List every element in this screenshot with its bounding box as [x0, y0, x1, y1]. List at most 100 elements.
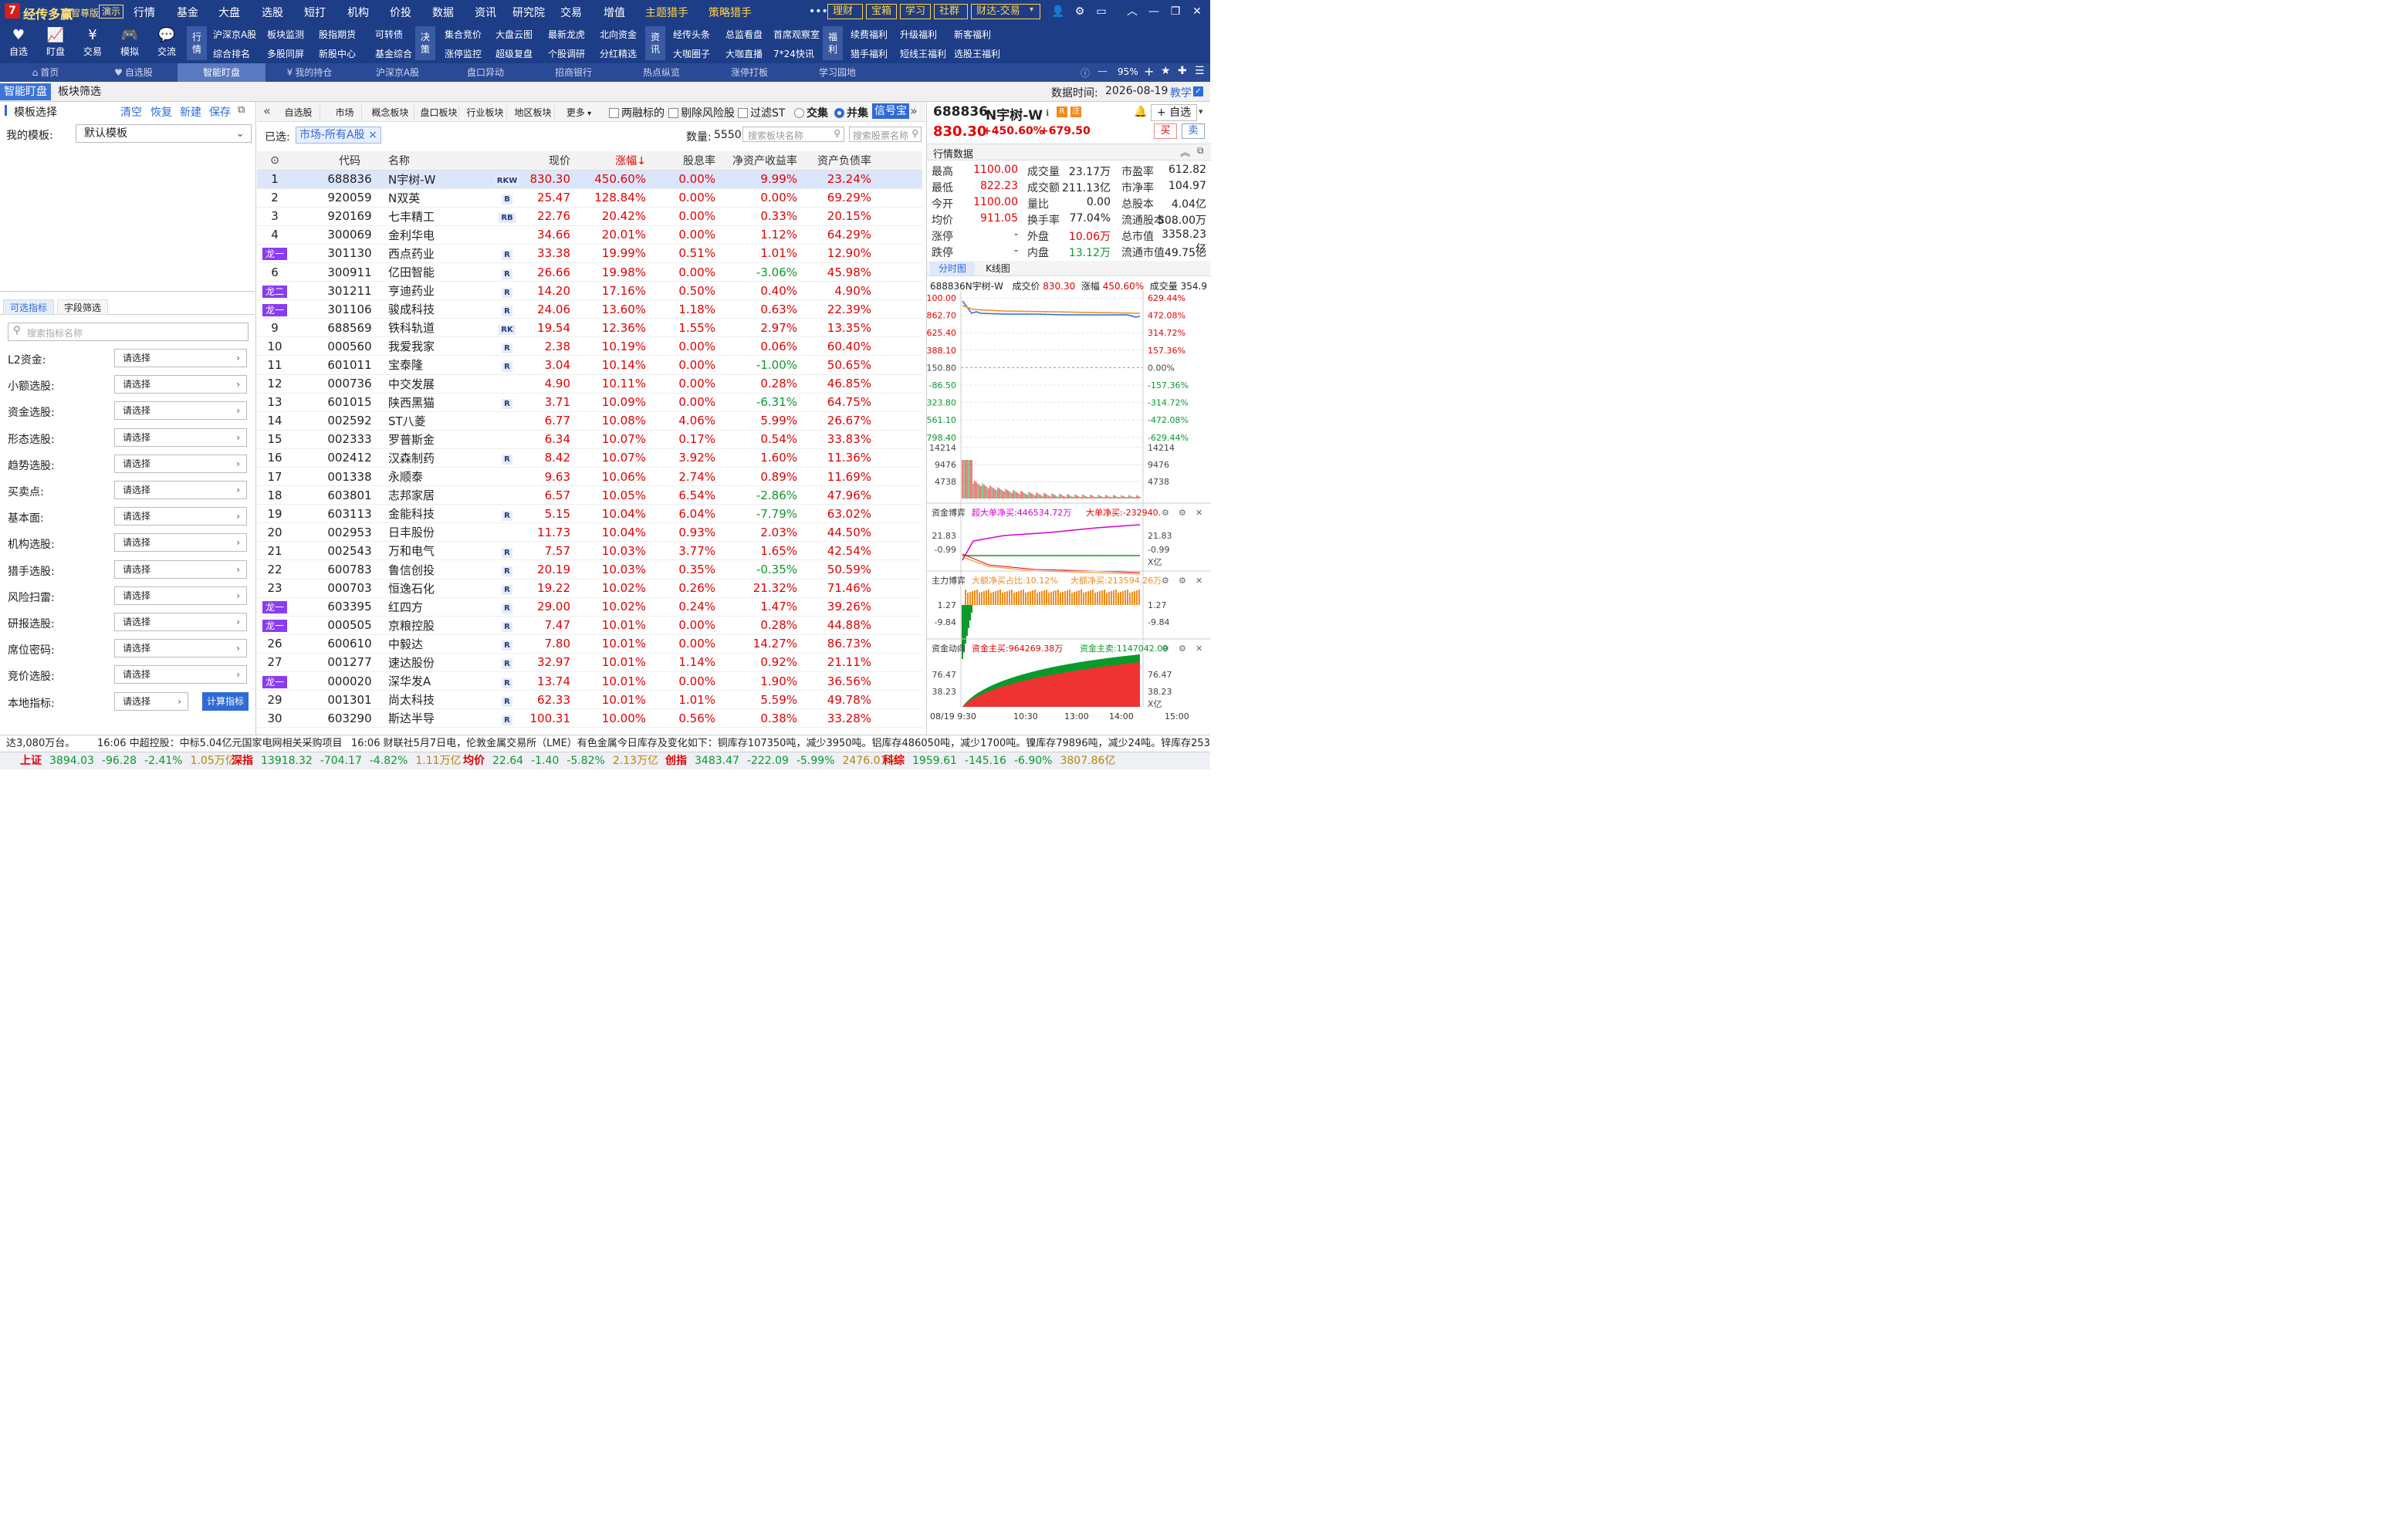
news-item[interactable]: 达3,080万台。 [6, 735, 75, 752]
sell-button[interactable]: 卖 [1182, 123, 1205, 139]
subtab-smart-watch[interactable]: 智能盯盘 [0, 83, 51, 100]
toolbar-link[interactable]: 股指期货 [319, 28, 356, 41]
row-name[interactable]: 七丰精工 [384, 207, 492, 226]
copy-icon[interactable]: ⧉ [238, 104, 245, 116]
top-button[interactable]: 社群 [934, 4, 968, 19]
toolbar-link[interactable]: 经传头条 [673, 28, 710, 41]
table-row[interactable]: 15 002333 罗普斯金 6.34 10.07% 0.17% 0.54% 33.83% [257, 430, 922, 449]
row-name[interactable]: 鲁信创投 [384, 559, 492, 580]
toolbar-link[interactable]: 沪深京A股 [213, 28, 256, 41]
tool-1[interactable]: 📈 盯盘 [39, 26, 73, 62]
radio-intersection[interactable]: 交集 [794, 105, 828, 120]
toolbar-link[interactable]: 多股同屏 [267, 47, 304, 60]
pin-icon[interactable]: ✚ [1178, 65, 1187, 77]
collapse-icon[interactable]: ︽ [1180, 144, 1190, 159]
tool-3[interactable]: 🎮 模拟 [113, 26, 147, 62]
row-name[interactable]: 志邦家居 [384, 485, 492, 505]
filter-select[interactable]: 请选择 › [114, 428, 247, 447]
top-button[interactable]: 宝箱 [866, 4, 897, 19]
col-price[interactable]: 现价 [523, 151, 577, 171]
intraday-chart[interactable]: 1100.00 629.44% 862.70 472.08% 625.40 314.72%… [927, 290, 1211, 735]
news-item[interactable]: 16:06 中超控股：中标5.04亿元国家电网相关采购项目 [97, 735, 343, 752]
row-name[interactable]: 陕西黑猫 [384, 393, 492, 412]
menu-item[interactable]: 基金 [177, 5, 198, 20]
toolbar-link[interactable]: 续费福利 [851, 28, 888, 41]
table-row[interactable]: 16 002412 汉森制药 R 8.42 10.07% 3.92% 1.60% 11.36% [257, 448, 922, 468]
toolbar-link[interactable]: 北向资金 [600, 28, 637, 41]
tab-4[interactable]: 沪深京A股 [353, 63, 441, 82]
filter-select[interactable]: 请选择 › [114, 375, 247, 394]
filter-select[interactable]: 请选择 › [114, 533, 247, 553]
filter-select[interactable]: 请选择 › [114, 559, 247, 579]
col-code[interactable]: 代码 [316, 151, 384, 171]
col-name[interactable]: 名称 [384, 151, 492, 171]
row-name[interactable]: 西点药业 [384, 244, 492, 263]
toolbar-link[interactable]: 板块监测 [267, 28, 304, 41]
table-row[interactable]: 3 920169 七丰精工 RB 22.76 20.42% 0.00% 0.33% 20.15% [257, 207, 922, 226]
row-name[interactable]: 金利华电 [384, 225, 492, 245]
table-row[interactable]: 30 603290 斯达半导 R 100.31 10.00% 0.56% 0.38% 33.28… [257, 708, 922, 728]
table-row[interactable]: 龙一 301130 西点药业 R 33.38 19.99% 0.51% 1.01% 12.90% [257, 244, 922, 263]
toolbar-link[interactable]: 个股调研 [548, 47, 585, 60]
my-template-select[interactable]: 默认模板 ⌄ [76, 124, 252, 143]
table-row[interactable]: 14 002592 ST八菱 6.77 10.08% 4.06% 5.99% 26.67% [257, 411, 922, 431]
menu-item[interactable]: 选股 [262, 5, 283, 20]
tab-field-filter[interactable]: 字段筛选 [57, 299, 109, 315]
table-row[interactable]: 13 601015 陕西黑猫 R 3.71 10.09% 0.00% -6.31% 64.75% [257, 393, 922, 412]
toolbar-link[interactable]: 大咖圈子 [673, 47, 710, 60]
filter-select[interactable]: 请选择 › [114, 586, 247, 605]
news-item[interactable]: 16:06 财联社5月7日电，伦敦金属交易所（LME）有色金属今日库存及变化如下… [351, 735, 1210, 752]
filter-tab[interactable]: 概念板块 [367, 105, 414, 120]
toolbar-link[interactable]: 超级复盘 [495, 47, 533, 60]
table-row[interactable]: 龙一 603395 红四方 R 29.00 10.02% 0.24% 1.47% 39.26% [257, 597, 922, 617]
tag-close-icon[interactable]: × [368, 129, 377, 141]
row-name[interactable]: 罗普斯金 [384, 430, 492, 449]
menu-item[interactable]: 机构 [347, 5, 369, 20]
table-row[interactable]: 27 001277 速达股份 R 32.97 10.01% 1.14% 0.92% 21.11% [257, 653, 922, 673]
tab-intraday[interactable]: 分时图 [930, 262, 975, 275]
row-name[interactable]: 日丰股份 [384, 522, 492, 542]
tab-available-indicators[interactable]: 可选指标 [3, 299, 55, 315]
toolbar-link[interactable]: 首席观察室 [773, 28, 820, 41]
restore-icon[interactable]: ❐ [1168, 5, 1182, 19]
toolbar-link[interactable]: 总监看盘 [725, 28, 763, 41]
table-row[interactable]: 12 000736 中交发展 4.90 10.11% 0.00% 0.28% 46.85% [257, 374, 922, 394]
minimize-icon[interactable]: — [1147, 5, 1161, 19]
row-name[interactable]: 京粮控股 [384, 616, 492, 635]
filter-tab[interactable]: 盘口板块 [419, 105, 459, 120]
table-row[interactable]: 18 603801 志邦家居 6.57 10.05% 6.54% -2.86% 47.96% [257, 485, 922, 505]
table-row[interactable]: 6 300911 亿田智能 R 26.66 19.98% 0.00% -3.06% 45.98% [257, 262, 922, 282]
menu-item[interactable]: 短打 [304, 5, 326, 20]
demo-mode-tag[interactable]: 演示 [99, 5, 124, 19]
filter-tab[interactable]: 更多 ▾ [561, 105, 597, 120]
filter-select[interactable]: 请选择 › [114, 454, 247, 473]
signal-button[interactable]: 信号宝 [872, 103, 909, 119]
table-row[interactable]: 26 600610 中毅达 R 7.80 10.01% 0.00% 14.27% 86.73% [257, 634, 922, 654]
toolbar-link[interactable]: 短线王福利 [900, 47, 946, 60]
row-name[interactable]: 宝泰隆 [384, 355, 492, 375]
row-name[interactable]: 亿田智能 [384, 262, 492, 282]
close-icon[interactable]: ✕ [1190, 5, 1204, 19]
toolbar-link[interactable]: 大盘云图 [495, 28, 533, 41]
row-name[interactable]: N双英 [384, 188, 492, 208]
tab-1[interactable]: ♥ 自选股 [90, 63, 178, 82]
dropdown-icon[interactable]: ▾ [1199, 106, 1203, 117]
check-margin[interactable]: 两融标的 [609, 105, 665, 120]
filter-select[interactable]: 请选择 › [114, 481, 247, 499]
row-name[interactable]: N宇树-W [384, 170, 492, 189]
selected-market-tag[interactable]: 市场-所有A股 × [296, 127, 381, 144]
menu-item-hunter[interactable]: 主题猎手 [645, 5, 688, 20]
buy-button[interactable]: 买 [1154, 123, 1177, 139]
table-row[interactable]: 29 001301 尚太科技 R 62.33 10.01% 1.01% 5.59% 49.78% [257, 690, 922, 710]
more-icon[interactable]: ••• [809, 5, 828, 19]
row-name[interactable]: 中毅达 [384, 634, 492, 654]
row-name[interactable]: 铁科轨道 [384, 318, 492, 338]
table-row[interactable]: 龙二 301211 亨迪药业 R 14.20 17.16% 0.50% 0.40% 4.90% [257, 281, 922, 301]
row-name[interactable]: 我爱我家 [384, 336, 492, 357]
table-row[interactable]: 19 603113 金能科技 R 5.15 10.04% 6.04% -7.79% 63.02% [257, 504, 922, 524]
filter-tab[interactable]: 市场 [328, 105, 362, 120]
bell-icon[interactable]: 🔔 [1134, 106, 1147, 118]
table-row[interactable]: 9 688569 铁科轨道 RK 19.54 12.36% 1.55% 2.97% 13.35% [257, 318, 922, 338]
table-row[interactable]: 龙一 000505 京粮控股 R 7.47 10.01% 0.00% 0.28% 44.88% [257, 616, 922, 635]
table-row[interactable]: 20 002953 日丰股份 11.73 10.04% 0.93% 2.03% 44.50% [257, 522, 922, 542]
